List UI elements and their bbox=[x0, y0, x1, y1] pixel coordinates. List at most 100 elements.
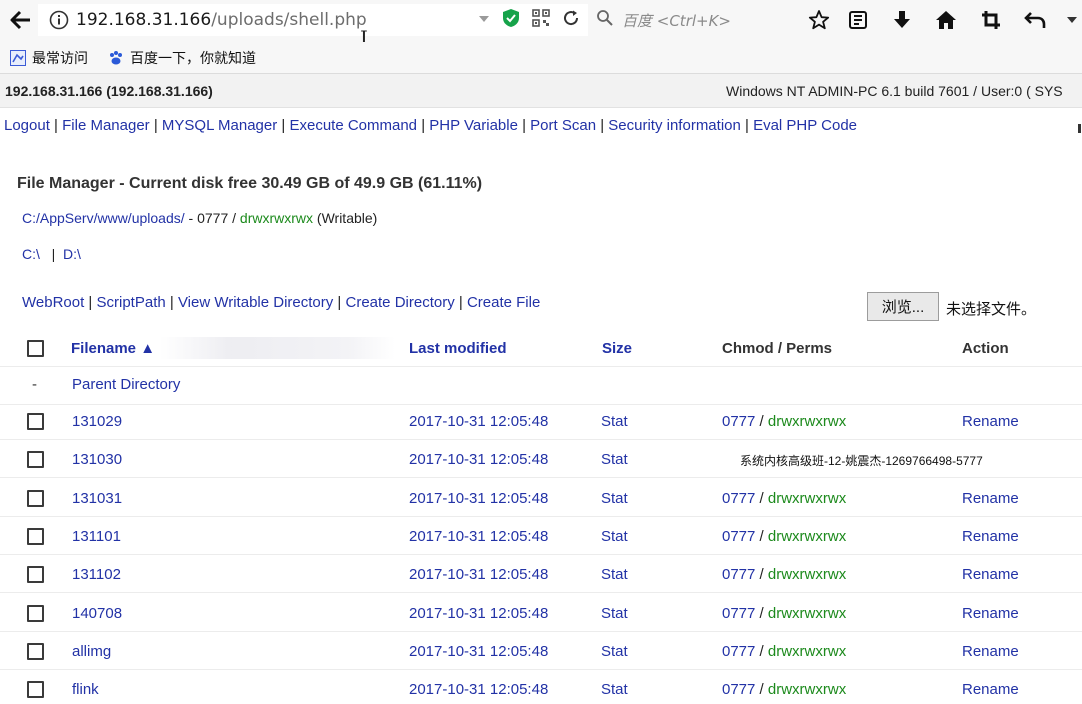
webroot-link[interactable]: WebRoot bbox=[22, 294, 84, 311]
select-all-checkbox[interactable] bbox=[27, 340, 44, 357]
row-checkbox[interactable] bbox=[27, 490, 44, 507]
dropdown-icon[interactable] bbox=[478, 11, 490, 29]
menu-file-manager[interactable]: File Manager bbox=[62, 117, 150, 134]
file-name-link[interactable]: 131031 bbox=[72, 490, 122, 507]
modified-date-link[interactable]: 2017-10-31 12:05:48 bbox=[409, 681, 548, 698]
chmod-link[interactable]: 0777 bbox=[722, 605, 755, 622]
rename-link[interactable]: Rename bbox=[962, 413, 1019, 430]
modified-date-link[interactable]: 2017-10-31 12:05:48 bbox=[409, 643, 548, 660]
menu-chevron-icon[interactable] bbox=[1060, 8, 1082, 32]
rename-link[interactable]: Rename bbox=[962, 490, 1019, 507]
perms-link[interactable]: drwxrwxrwx bbox=[768, 566, 846, 583]
shield-check-icon[interactable] bbox=[502, 8, 520, 33]
stat-link[interactable]: Stat bbox=[601, 605, 628, 622]
search-placeholder: 百度 <Ctrl+K> bbox=[622, 11, 731, 30]
file-name-link[interactable]: allimg bbox=[72, 643, 111, 660]
menu-logout[interactable]: Logout bbox=[4, 117, 50, 134]
rename-link[interactable]: Rename bbox=[962, 681, 1019, 698]
create-directory-link[interactable]: Create Directory bbox=[346, 294, 455, 311]
menu-execute-command[interactable]: Execute Command bbox=[289, 117, 417, 134]
parent-directory-link[interactable]: Parent Directory bbox=[72, 376, 180, 393]
scriptpath-link[interactable]: ScriptPath bbox=[97, 294, 166, 311]
modified-date-link[interactable]: 2017-10-31 12:05:48 bbox=[409, 528, 548, 545]
address-bar[interactable]: 192.168.31.166/uploads/shell.php bbox=[38, 4, 588, 36]
row-checkbox[interactable] bbox=[27, 681, 44, 698]
row-checkbox[interactable] bbox=[27, 413, 44, 430]
menu-php-variable[interactable]: PHP Variable bbox=[429, 117, 518, 134]
home-icon[interactable] bbox=[934, 8, 958, 32]
modified-date-link[interactable]: 2017-10-31 12:05:48 bbox=[409, 490, 548, 507]
menu-eval-php-code[interactable]: Eval PHP Code bbox=[753, 117, 857, 134]
perms-link[interactable]: drwxrwxrwx bbox=[768, 413, 846, 430]
chmod-link[interactable]: 0777 bbox=[722, 643, 755, 660]
info-icon[interactable] bbox=[48, 9, 70, 31]
modified-date-link[interactable]: 2017-10-31 12:05:48 bbox=[409, 451, 548, 468]
menu-mysql-manager[interactable]: MYSQL Manager bbox=[162, 117, 277, 134]
modified-date-link[interactable]: 2017-10-31 12:05:48 bbox=[409, 566, 548, 583]
file-name-link[interactable]: 140708 bbox=[72, 605, 122, 622]
perms-link[interactable]: drwxrwxrwx bbox=[768, 528, 846, 545]
chmod-link[interactable]: 0777 bbox=[722, 681, 755, 698]
screenshot-crop-icon[interactable] bbox=[979, 8, 1003, 32]
file-name-link[interactable]: 131101 bbox=[72, 528, 121, 545]
qr-code-icon[interactable] bbox=[532, 8, 550, 32]
menu-security-information[interactable]: Security information bbox=[608, 117, 741, 134]
rename-link[interactable]: Rename bbox=[962, 643, 1019, 660]
stat-link[interactable]: Stat bbox=[601, 681, 628, 698]
reload-icon[interactable] bbox=[562, 9, 580, 32]
stat-link[interactable]: Stat bbox=[601, 413, 628, 430]
perms-link[interactable]: drwxrwxrwx bbox=[768, 643, 846, 660]
chmod-perms-cell: 0777 / drwxrwxrwx bbox=[722, 605, 846, 622]
perms-link[interactable]: drwxrwxrwx bbox=[768, 490, 846, 507]
perms-link[interactable]: drwxrwxrwx bbox=[768, 681, 846, 698]
chmod-link[interactable]: 0777 bbox=[722, 413, 755, 430]
reading-list-icon[interactable] bbox=[846, 8, 870, 32]
download-icon[interactable] bbox=[890, 8, 914, 32]
stat-link[interactable]: Stat bbox=[601, 490, 628, 507]
table-row: 131102 2017-10-31 12:05:48 Stat 0777 / drwx… bbox=[0, 555, 1082, 593]
bookmark-most-visited[interactable]: 最常访问 bbox=[10, 48, 88, 68]
view-writable-directory-link[interactable]: View Writable Directory bbox=[178, 294, 333, 311]
row-checkbox[interactable] bbox=[27, 566, 44, 583]
filename-header[interactable]: Filename ▲ bbox=[71, 340, 155, 357]
row-checkbox[interactable] bbox=[27, 605, 44, 622]
undo-icon[interactable] bbox=[1023, 8, 1047, 32]
file-name-link[interactable]: 131030 bbox=[72, 451, 122, 468]
chmod-link[interactable]: 0777 bbox=[722, 566, 755, 583]
chmod-link[interactable]: 0777 bbox=[722, 490, 755, 507]
row-checkbox[interactable] bbox=[27, 528, 44, 545]
perm-separator: / bbox=[755, 566, 768, 583]
rename-link[interactable]: Rename bbox=[962, 528, 1019, 545]
drive-list: C:\ | D:\ bbox=[22, 246, 81, 262]
size-header[interactable]: Size bbox=[602, 340, 632, 357]
drive-d-link[interactable]: D:\ bbox=[63, 246, 81, 262]
drive-c-link[interactable]: C:\ bbox=[22, 246, 40, 262]
row-checkbox[interactable] bbox=[27, 643, 44, 660]
browse-file-button[interactable]: 浏览... bbox=[867, 292, 939, 321]
bookmark-baidu[interactable]: 百度一下，你就知道 bbox=[108, 48, 256, 68]
star-bookmark-icon[interactable] bbox=[807, 8, 831, 32]
path-writable: (Writable) bbox=[313, 210, 378, 226]
current-path-link[interactable]: C:/AppServ/www/uploads/ bbox=[22, 210, 185, 226]
path-perms-link[interactable]: drwxrwxrwx bbox=[240, 210, 313, 226]
row-checkbox[interactable] bbox=[27, 451, 44, 468]
last-modified-header[interactable]: Last modified bbox=[409, 340, 507, 357]
modified-date-link[interactable]: 2017-10-31 12:05:48 bbox=[409, 413, 548, 430]
file-name-link[interactable]: 131102 bbox=[72, 566, 121, 583]
back-arrow-icon[interactable] bbox=[6, 6, 36, 34]
stat-link[interactable]: Stat bbox=[601, 566, 628, 583]
rename-link[interactable]: Rename bbox=[962, 566, 1019, 583]
create-file-link[interactable]: Create File bbox=[467, 294, 540, 311]
search-bar[interactable]: 百度 <Ctrl+K> bbox=[596, 4, 766, 36]
rename-link[interactable]: Rename bbox=[962, 605, 1019, 622]
stat-link[interactable]: Stat bbox=[601, 451, 628, 468]
stat-link[interactable]: Stat bbox=[601, 528, 628, 545]
file-name-link[interactable]: 131029 bbox=[72, 413, 122, 430]
url-text[interactable]: 192.168.31.166/uploads/shell.php bbox=[76, 10, 367, 30]
perms-link[interactable]: drwxrwxrwx bbox=[768, 605, 846, 622]
modified-date-link[interactable]: 2017-10-31 12:05:48 bbox=[409, 605, 548, 622]
stat-link[interactable]: Stat bbox=[601, 643, 628, 660]
menu-port-scan[interactable]: Port Scan bbox=[530, 117, 596, 134]
chmod-link[interactable]: 0777 bbox=[722, 528, 755, 545]
file-name-link[interactable]: flink bbox=[72, 681, 99, 698]
